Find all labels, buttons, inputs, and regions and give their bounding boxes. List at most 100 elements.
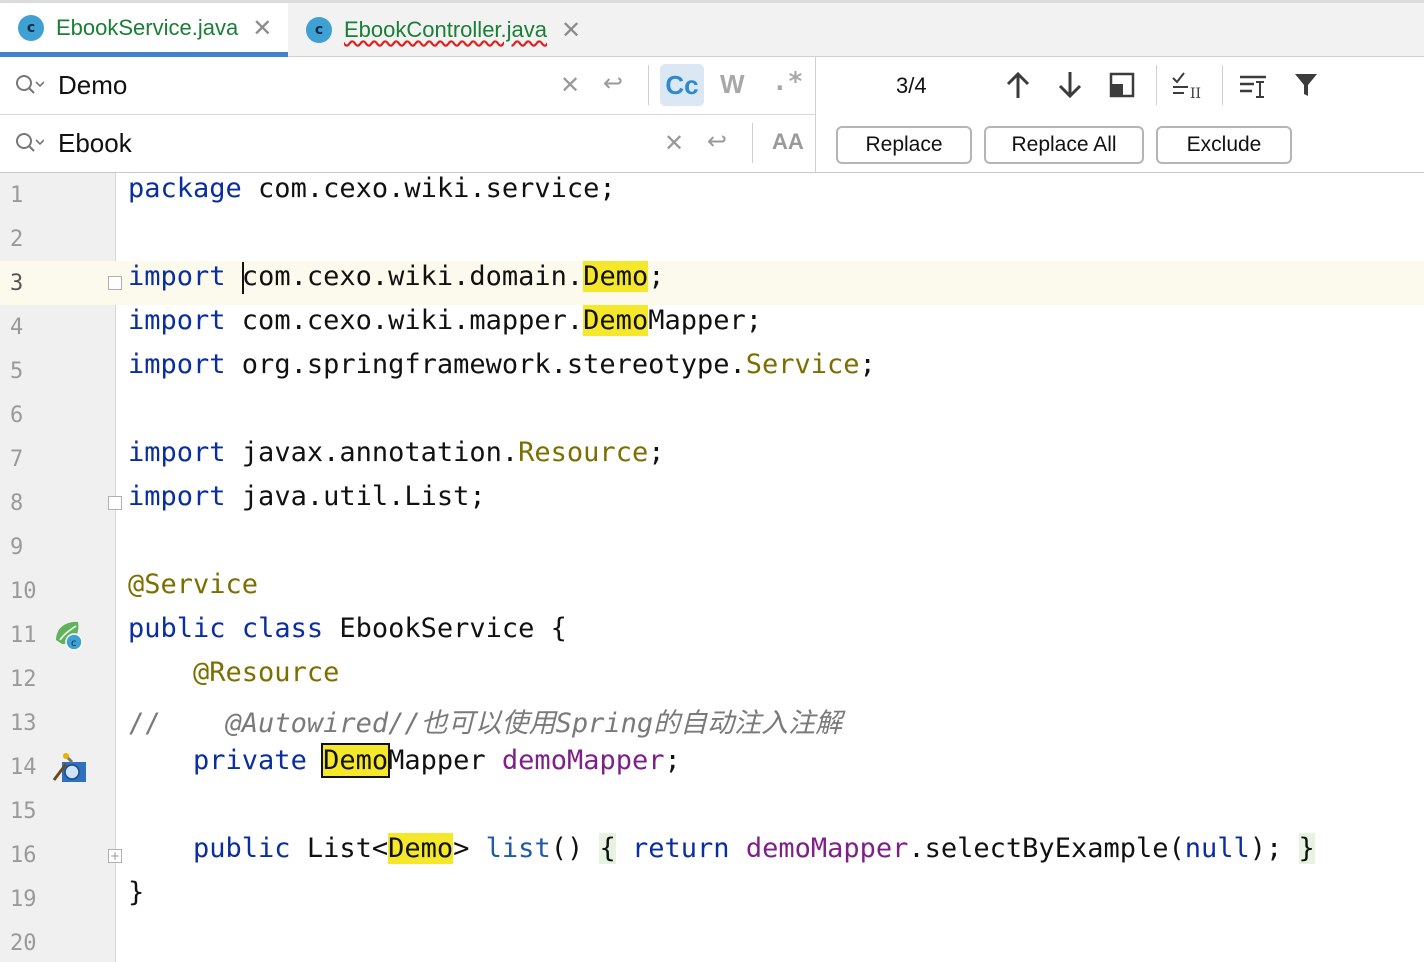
search-icon[interactable] [14, 73, 44, 97]
keyword: import [128, 305, 226, 336]
words-toggle[interactable]: W [720, 69, 745, 100]
fold-icon[interactable] [108, 496, 122, 510]
new-line-icon[interactable]: ↩ [603, 69, 623, 97]
previous-occurrence-icon[interactable] [1002, 69, 1034, 101]
tab-ebookcontroller[interactable]: c EbookController.java ✕ [288, 3, 598, 57]
code-line-3: import com.cexo.wiki.domain.Demo; [128, 261, 664, 305]
code-text: ; [859, 349, 876, 380]
code-text: () [550, 833, 600, 864]
code-line-16: public List<Demo> list() { return demoMa… [128, 833, 1315, 877]
code-text: ); [1249, 833, 1299, 864]
method-name: list [485, 833, 551, 864]
tab-ebookservice[interactable]: c EbookService.java ✕ [0, 3, 288, 57]
code-text: ; [648, 437, 665, 468]
line-number: 11 [10, 623, 37, 648]
java-class-icon: c [306, 17, 332, 43]
clear-icon[interactable]: ✕ [560, 71, 580, 99]
code-line-4: import com.cexo.wiki.mapper.DemoMapper; [128, 305, 762, 349]
new-line-icon[interactable]: ↩ [707, 127, 727, 155]
keyword: import [128, 349, 226, 380]
search-match: Demo [583, 261, 649, 292]
in-selection-icon[interactable]: II [1170, 69, 1206, 101]
expand-fold-icon[interactable]: + [108, 849, 122, 863]
line-number: 4 [10, 315, 24, 340]
code-text: > [453, 833, 486, 864]
line-number: 2 [10, 227, 24, 252]
preserve-case-toggle[interactable]: AA [772, 129, 804, 155]
line-number: 19 [10, 887, 37, 912]
code-line-11: public class EbookService { [128, 613, 567, 657]
close-icon[interactable]: ✕ [561, 16, 581, 44]
divider [752, 123, 753, 163]
java-class-icon: c [18, 14, 44, 41]
svg-text:c: c [71, 638, 77, 649]
annotation: @Resource [193, 657, 340, 688]
line-number: 1 [10, 183, 24, 208]
code-text: Mapper [388, 745, 502, 776]
filter-icon[interactable] [1290, 69, 1322, 101]
line-number: 6 [10, 403, 24, 428]
filter-search-results-icon[interactable] [1238, 69, 1272, 101]
spring-bean-icon[interactable]: c [52, 618, 86, 652]
replace-all-button[interactable]: Replace All [984, 126, 1144, 164]
current-search-match: Demo [321, 743, 391, 778]
divider [648, 65, 649, 105]
code-line-14: private DemoMapper demoMapper; [128, 743, 681, 789]
line-number: 3 [10, 271, 24, 296]
code-text: EbookService { [323, 613, 567, 644]
keyword: null [1184, 833, 1250, 864]
line-number: 13 [10, 711, 37, 736]
divider [1156, 65, 1157, 105]
line-number: 8 [10, 491, 24, 516]
keyword: public [193, 833, 291, 864]
svg-text:II: II [1190, 86, 1201, 100]
close-icon[interactable]: ✕ [252, 14, 272, 42]
code-line-13: // @Autowired//也可以使用Spring的自动注入注解 [128, 701, 842, 745]
folded-brace-close: } [1298, 833, 1315, 864]
next-occurrence-icon[interactable] [1054, 69, 1086, 101]
code-text: List< [290, 833, 389, 864]
tab-label: EbookService.java [56, 14, 239, 40]
code-line-8: import java.util.List; [128, 481, 486, 525]
select-all-occurrences-icon[interactable] [1106, 69, 1138, 101]
line-number: 7 [10, 447, 24, 472]
code-text: Mapper; [648, 305, 762, 336]
keyword: import [128, 261, 226, 292]
regex-toggle[interactable]: .* [772, 67, 803, 97]
fold-icon[interactable] [108, 276, 122, 290]
search-match: Demo [583, 305, 649, 336]
clear-icon[interactable]: ✕ [664, 129, 684, 157]
line-number: 12 [10, 667, 37, 692]
annotation-class: Resource [518, 437, 649, 468]
code-text: com.cexo.wiki.service; [241, 173, 616, 204]
divider [815, 57, 816, 173]
line-number: 14 [10, 755, 37, 780]
line-number: 20 [10, 931, 37, 956]
code-text: javax.annotation. [225, 437, 519, 468]
match-case-toggle[interactable]: Cc [660, 64, 704, 106]
code-line-19: } [128, 877, 144, 921]
find-replace-panel: Demo ✕ ↩ Cc W .* Ebook ✕ ↩ AA 3/4 II Rep… [0, 57, 1424, 173]
search-input[interactable]: Demo [58, 70, 127, 101]
line-number: 5 [10, 359, 24, 384]
line-number: 9 [10, 535, 24, 560]
code-text: ; [648, 261, 665, 292]
keyword: import [128, 481, 226, 512]
keyword: return [632, 833, 730, 864]
comment: // [128, 708, 161, 739]
keyword: private [193, 745, 307, 776]
code-text: org.springframework.stereotype. [225, 349, 746, 380]
code-text: java.util.List; [225, 481, 486, 512]
comment: @Autowired//也可以使用Spring的自动注入注解 [225, 708, 843, 739]
code-editor[interactable]: 1 2 3 4 5 6 7 8 9 10 11 12 13 14 15 16 1… [0, 173, 1424, 962]
code-line-12: @Resource [128, 657, 339, 701]
replace-input[interactable]: Ebook [58, 128, 132, 159]
line-number: 15 [10, 799, 37, 824]
search-icon[interactable] [14, 131, 44, 155]
replace-button[interactable]: Replace [836, 126, 972, 164]
exclude-button[interactable]: Exclude [1156, 126, 1292, 164]
autowired-injection-icon[interactable] [52, 750, 88, 786]
divider [1222, 65, 1223, 105]
keyword: class [241, 613, 324, 644]
code-text: .selectByExample( [908, 833, 1185, 864]
